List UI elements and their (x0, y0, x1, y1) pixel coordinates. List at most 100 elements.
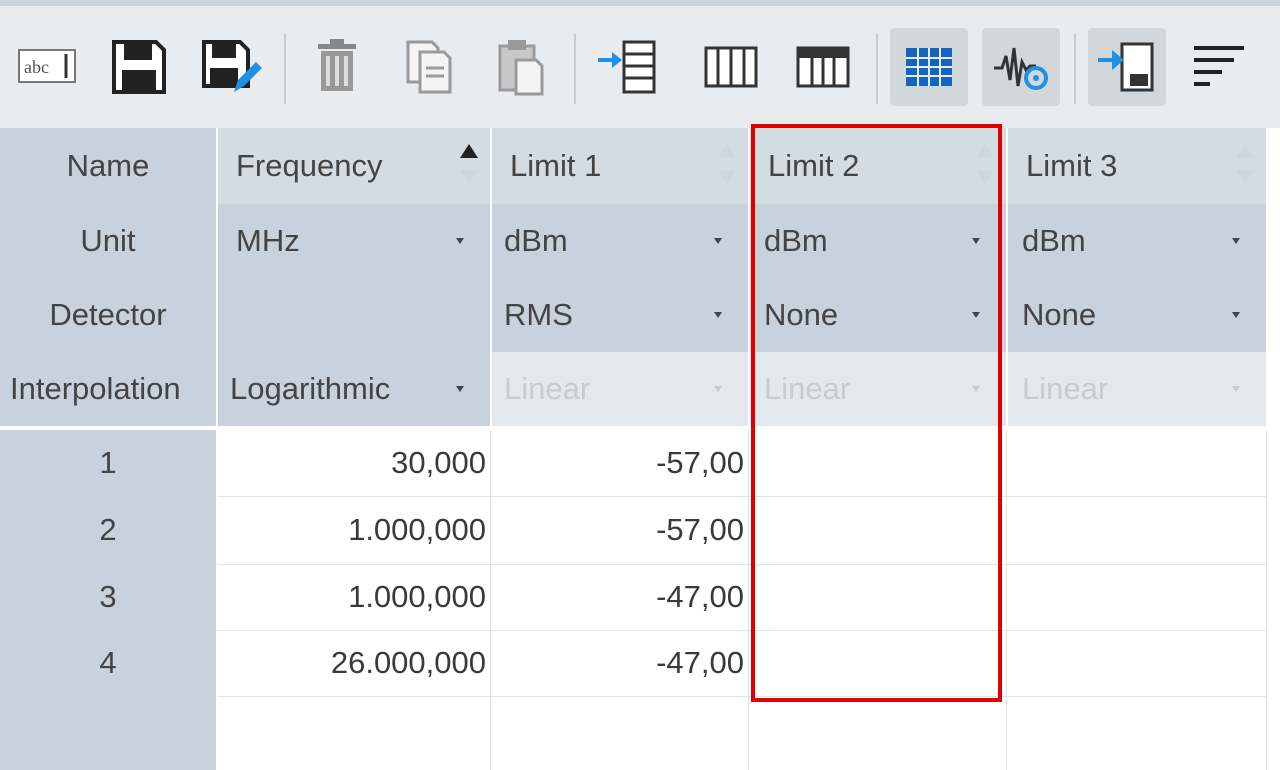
grid-line (218, 496, 1266, 497)
grid-line (1266, 430, 1267, 770)
copy-icon (406, 40, 452, 94)
sort-button[interactable] (1180, 28, 1258, 106)
row-label-name: Name (0, 128, 216, 204)
row-number-2[interactable]: 2 (0, 496, 216, 564)
cell-limit-1-4[interactable]: -47,00 (492, 630, 748, 696)
chevron-down-icon (714, 312, 722, 318)
sort-neutral-icon[interactable] (1232, 140, 1258, 190)
grid-line (490, 430, 491, 770)
row-label-unit: Unit (0, 204, 216, 278)
cell-limit-3-1[interactable] (1008, 430, 1266, 496)
sort-neutral-icon[interactable] (972, 140, 998, 190)
cell-limit-3-empty[interactable] (1008, 696, 1266, 770)
table-header-button[interactable] (784, 28, 862, 106)
row-label-detector: Detector (0, 278, 216, 352)
toolbar-separator (574, 34, 576, 104)
column-name: Limit 2 (768, 148, 860, 183)
delete-button[interactable] (298, 28, 376, 106)
column-header-frequency[interactable]: Frequency (218, 128, 490, 204)
chevron-down-icon (456, 386, 464, 392)
chevron-down-icon (972, 312, 980, 318)
import-button[interactable] (1088, 28, 1166, 106)
chevron-down-icon (714, 238, 722, 244)
unit-value: dBm (764, 223, 828, 258)
detector-cell-frequency (218, 278, 490, 352)
cell-limit-2-1[interactable] (750, 430, 1006, 496)
interpolation-value: Linear (504, 371, 591, 406)
chevron-down-icon (972, 386, 980, 392)
insert-row-icon (598, 40, 656, 94)
interpolation-select-frequency[interactable]: Logarithmic (218, 352, 490, 426)
chevron-down-icon (972, 238, 980, 244)
cell-limit-1-1[interactable]: -57,00 (492, 430, 748, 496)
abc-text-icon: abc (18, 49, 76, 83)
cell-limit-3-2[interactable] (1008, 496, 1266, 564)
detector-value: None (764, 297, 839, 332)
paste-icon (498, 40, 544, 96)
interpolation-value: Logarithmic (230, 371, 391, 406)
grid-line (218, 696, 1266, 697)
cell-limit-1-2[interactable]: -57,00 (492, 496, 748, 564)
detector-value: RMS (504, 297, 573, 332)
cell-limit-2-3[interactable] (750, 564, 1006, 630)
cell-limit-2-2[interactable] (750, 496, 1006, 564)
row-number-4[interactable]: 4 (0, 630, 216, 696)
sort-ascending-icon[interactable] (456, 140, 482, 190)
sort-lines-icon (1194, 46, 1244, 86)
chevron-down-icon (456, 238, 464, 244)
rename-button[interactable]: abc (8, 28, 86, 106)
floppy-disk-icon (112, 40, 166, 94)
svg-text:abc: abc (24, 57, 49, 77)
toolbar-separator (1074, 34, 1076, 104)
interpolation-select-limit-2: Linear (750, 352, 1006, 426)
cell-limit-3-4[interactable] (1008, 630, 1266, 696)
column-header-limit-2[interactable]: Limit 2 (750, 128, 1006, 204)
column-name: Limit 1 (510, 148, 602, 183)
sort-neutral-icon[interactable] (714, 140, 740, 190)
column-header-limit-1[interactable]: Limit 1 (492, 128, 748, 204)
cell-limit-1-empty[interactable] (492, 696, 748, 770)
detector-select-limit-1[interactable]: RMS (492, 278, 748, 352)
detector-select-limit-2[interactable]: None (750, 278, 1006, 352)
insert-row-button[interactable] (588, 28, 666, 106)
unit-select-limit-2[interactable]: dBm (750, 204, 1006, 278)
signal-view-button[interactable] (982, 28, 1060, 106)
unit-select-frequency[interactable]: MHz (218, 204, 490, 278)
chevron-down-icon (1232, 312, 1240, 318)
row-number-1[interactable]: 1 (0, 430, 216, 496)
grid-line (218, 564, 1266, 565)
cell-frequency-1[interactable]: 30,000 (218, 430, 490, 496)
cell-frequency-empty[interactable] (218, 696, 490, 770)
unit-value: dBm (504, 223, 568, 258)
cell-frequency-4[interactable]: 26.000,000 (218, 630, 490, 696)
cell-limit-1-3[interactable]: -47,00 (492, 564, 748, 630)
unit-select-limit-3[interactable]: dBm (1008, 204, 1266, 278)
cell-frequency-2[interactable]: 1.000,000 (218, 496, 490, 564)
interpolation-value: Linear (1022, 371, 1109, 406)
table-header-icon (796, 46, 850, 88)
save-button[interactable] (100, 28, 178, 106)
chevron-down-icon (714, 386, 722, 392)
detector-select-limit-3[interactable]: None (1008, 278, 1266, 352)
interpolation-value: Linear (764, 371, 851, 406)
paste-button[interactable] (482, 28, 560, 106)
save-as-button[interactable] (192, 28, 270, 106)
unit-value: dBm (1022, 223, 1086, 258)
trash-icon (318, 39, 356, 91)
cell-frequency-3[interactable]: 1.000,000 (218, 564, 490, 630)
columns-button[interactable] (692, 28, 770, 106)
row-number-empty[interactable] (0, 696, 216, 770)
column-header-limit-3[interactable]: Limit 3 (1008, 128, 1266, 204)
grid-view-button[interactable] (890, 28, 968, 106)
grid-table-icon (906, 48, 952, 86)
unit-value: MHz (236, 223, 300, 258)
cell-limit-3-3[interactable] (1008, 564, 1266, 630)
cell-limit-2-empty[interactable] (750, 696, 1006, 770)
toolbar-separator (876, 34, 878, 104)
unit-select-limit-1[interactable]: dBm (492, 204, 748, 278)
copy-button[interactable] (390, 28, 468, 106)
cell-limit-2-4[interactable] (750, 630, 1006, 696)
row-number-3[interactable]: 3 (0, 564, 216, 630)
grid-line (218, 630, 1266, 631)
interpolation-select-limit-3: Linear (1008, 352, 1266, 426)
